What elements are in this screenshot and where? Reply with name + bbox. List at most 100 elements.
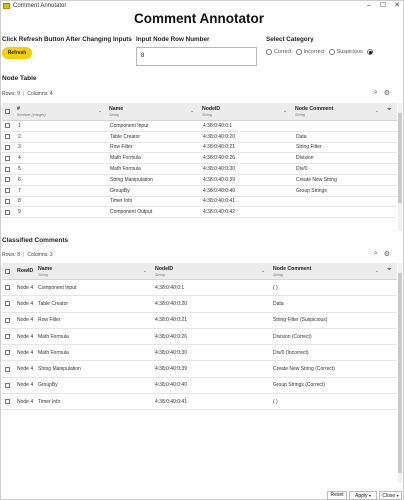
node-table: # Number (integer) ⌄ Name String ⌄ NodeID S…	[2, 103, 397, 219]
sliders-icon[interactable]: ⚙	[384, 250, 390, 258]
table-cell: 4:38:0:40:0:26	[155, 333, 187, 340]
row-checkbox[interactable]	[5, 134, 10, 140]
row-number-input[interactable]: 8	[136, 47, 257, 66]
refresh-button[interactable]: Refresh	[2, 47, 32, 59]
close-button[interactable]: Close ▾	[379, 491, 402, 500]
node-table-scrollbar[interactable]	[398, 103, 402, 231]
row-checkbox[interactable]	[5, 177, 10, 183]
radio-button[interactable]	[266, 49, 272, 55]
table-row[interactable]: Node 4 String Manipulation 4:38:0:40:0:39 C…	[2, 361, 397, 378]
minimize-icon[interactable]: –	[363, 1, 375, 11]
table-cell: 4:38:0:40:0:1	[203, 122, 233, 129]
table-row[interactable]: 3 Row Filter 4:38:0:40:0:21 String Filter	[2, 143, 397, 154]
row-checkbox[interactable]	[5, 382, 10, 388]
row-checkbox[interactable]	[5, 155, 10, 161]
table-cell: 4:38:0:40:0:42	[203, 209, 235, 216]
table-cell: Node 4	[17, 284, 34, 291]
radio-blank[interactable]	[366, 49, 375, 55]
chevron-down-icon[interactable]: ⌄	[190, 108, 194, 114]
table-cell: Math Formula	[110, 166, 141, 173]
row-checkbox[interactable]	[5, 198, 10, 204]
chevron-down-icon[interactable]: ⌄	[261, 268, 265, 274]
row-checkbox[interactable]	[5, 366, 10, 372]
radio-button[interactable]	[328, 49, 335, 55]
table-cell: Row Filter	[110, 144, 133, 151]
columns-count: Columns: 4	[27, 91, 53, 97]
row-checkbox[interactable]	[5, 285, 10, 291]
col-header-name[interactable]: Name String	[38, 266, 52, 277]
maximize-icon[interactable]: ☐	[377, 1, 389, 11]
table-cell: Math Formula	[110, 155, 141, 162]
row-checkbox[interactable]	[5, 350, 10, 356]
table-row[interactable]: 7 GroupBy 4:38:0:40:0:40 Group Strings	[2, 186, 397, 197]
reset-button[interactable]: Reset	[327, 491, 347, 500]
table-row[interactable]: 4 Math Formula 4:38:0:40:0:26 Division	[2, 153, 397, 165]
search-icon[interactable]: ⌕	[374, 250, 378, 258]
close-window-icon[interactable]: ✕	[391, 1, 403, 11]
col-header-comment[interactable]: Node Comment String	[273, 266, 311, 277]
sliders-icon[interactable]: ⚙	[384, 89, 390, 97]
table-row[interactable]: Node 4 GroupBy 4:38:0:40:0:40 Group Strings…	[2, 378, 397, 395]
table-row[interactable]: 6 String Manipulation 4:38:0:40:0:39 Create…	[2, 175, 397, 186]
chevron-down-icon[interactable]: ⌄	[375, 268, 379, 274]
radio-label: Suspicious	[336, 49, 363, 55]
classified-table-counts: Rows: 8 | Columns: 3	[2, 252, 53, 258]
table-row[interactable]: 5 Math Formula 4:38:0:40:0:30 Div/0	[2, 164, 397, 175]
node-table-counts: Rows: 9 | Columns: 4	[2, 91, 53, 97]
col-header-nodeid[interactable]: NodeID String	[155, 266, 173, 277]
table-cell: 4:38:0:40:0:1	[155, 284, 185, 291]
select-all-checkbox[interactable]	[5, 109, 10, 114]
table-row[interactable]: Node 4 Row Filter 4:38:0:40:0:21 String Fil…	[2, 313, 397, 329]
row-number-label: Input Node Row Number	[136, 36, 210, 43]
table-cell: Table Creator	[38, 300, 69, 307]
row-checkbox[interactable]	[5, 188, 10, 194]
table-cell: 4:38:0:40:0:39	[155, 366, 187, 373]
row-checkbox[interactable]	[5, 123, 10, 129]
table-cell: 4:38:0:40:0:41	[155, 398, 187, 405]
apply-button[interactable]: Apply ▾	[349, 491, 377, 500]
table-row[interactable]: 1 Component Input 4:38:0:40:0:1	[2, 121, 397, 132]
radio-incorrect[interactable]: Incorrect	[295, 49, 325, 55]
chevron-down-icon[interactable]: ⌄	[143, 268, 147, 274]
table-row[interactable]: 9 Component Output 4:38:0:40:0:42	[2, 207, 397, 219]
scrollbar-thumb[interactable]	[398, 113, 402, 203]
col-header-rowid[interactable]: RowID	[17, 268, 33, 274]
row-checkbox[interactable]	[5, 144, 10, 150]
select-all-checkbox[interactable]	[5, 269, 10, 274]
radio-correct[interactable]: Correct	[266, 49, 292, 55]
table-row[interactable]: 8 Timer Info 4:38:0:40:0:41	[2, 197, 397, 208]
col-header-comment[interactable]: Node Comment String	[295, 106, 333, 117]
table-cell: 9	[18, 209, 21, 216]
table-cell: 1	[18, 122, 21, 129]
chevron-down-icon[interactable]: ⌄	[98, 108, 102, 114]
chevron-down-icon[interactable]: ⌄	[375, 108, 379, 114]
col-header-index[interactable]: # Number (integer)	[17, 106, 46, 117]
row-checkbox[interactable]	[5, 317, 10, 323]
table-row[interactable]: Node 4 Component Input 4:38:0:40:0:1 ( )	[2, 280, 397, 297]
table-cell: Timer Info	[110, 198, 133, 205]
table-row[interactable]: Node 4 Timer Info 4:38:0:40:0:41 ( )	[2, 394, 397, 411]
row-checkbox[interactable]	[5, 334, 10, 340]
search-icon[interactable]: ⌕	[374, 89, 378, 97]
scrollbar-thumb[interactable]	[398, 273, 402, 473]
filter-icon[interactable]: ⏷	[387, 107, 392, 114]
col-header-nodeid[interactable]: NodeID String	[202, 106, 220, 117]
row-checkbox[interactable]	[5, 209, 10, 215]
filter-icon[interactable]: ⏷	[387, 267, 392, 274]
table-cell: 4:38:0:40:0:21	[203, 144, 235, 151]
radio-button-selected[interactable]	[366, 49, 373, 55]
chevron-down-icon[interactable]: ▾	[369, 493, 371, 498]
row-checkbox[interactable]	[5, 166, 10, 172]
radio-button[interactable]	[295, 49, 302, 55]
classified-table-scrollbar[interactable]	[398, 263, 402, 483]
table-row[interactable]: Node 4 Table Creator 4:38:0:40:0:20 Data	[2, 296, 397, 313]
row-checkbox[interactable]	[5, 301, 10, 307]
chevron-down-icon[interactable]: ⌄	[283, 108, 287, 114]
node-table-tools: ⌕ ⚙	[374, 89, 390, 97]
radio-suspicious[interactable]: Suspicious	[328, 49, 363, 55]
table-row[interactable]: Node 4 Math Formula 4:38:0:40:0:26 Division…	[2, 329, 397, 346]
table-row[interactable]: 2 Table Creator 4:38:0:40:0:20 Data	[2, 132, 397, 143]
table-row[interactable]: Node 4 Math Formula 4:38:0:40:0:30 Div/0 (I…	[2, 345, 397, 362]
col-header-name[interactable]: Name String	[109, 106, 123, 117]
row-checkbox[interactable]	[5, 399, 10, 405]
